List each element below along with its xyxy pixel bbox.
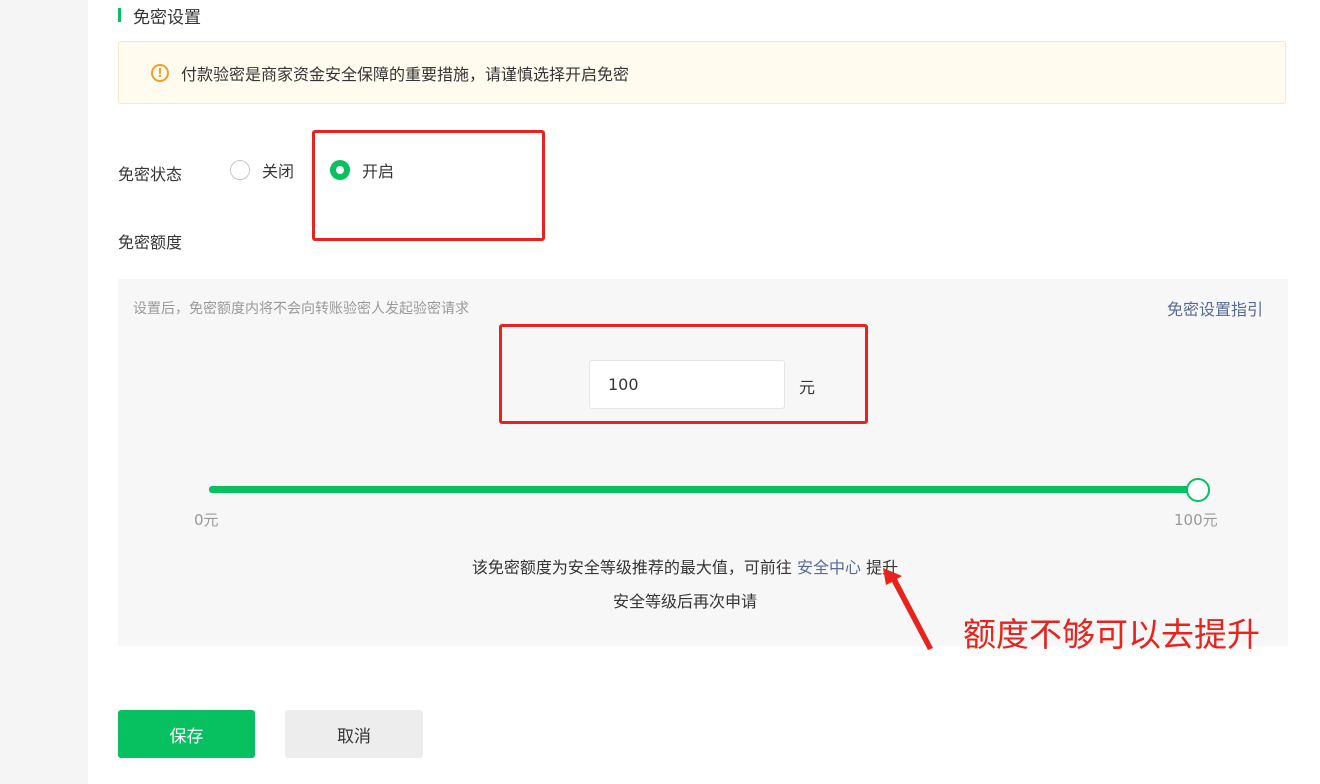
radio-off[interactable]: 关闭 [230,158,294,182]
slider-min-label: 0元 [194,511,219,529]
annotation-arrow-icon [883,568,933,650]
annotation-text: 额度不够可以去提升 [963,615,1260,654]
warning-circle-icon: ! [151,63,169,82]
amount-unit: 元 [799,378,816,397]
save-button[interactable]: 保存 [118,710,255,758]
section-title: 免密设置 [118,4,201,28]
slider-track[interactable] [209,486,1197,493]
security-center-link[interactable]: 安全中心 [797,558,861,577]
quota-info: 该免密额度为安全等级推荐的最大值，可前往 安全中心 提升安全等级后再次申请 [470,551,900,619]
warning-notice: ! 付款验密是商家资金安全保障的重要措施，请谨慎选择开启免密 [118,41,1286,104]
quota-info-prefix: 该免密额度为安全等级推荐的最大值，可前往 [471,558,797,577]
quota-label: 免密额度 [118,233,183,252]
radio-on[interactable]: 开启 [330,158,394,182]
amount-input[interactable] [589,360,785,409]
guide-link[interactable]: 免密设置指引 [1167,296,1263,320]
section-title-accent-bar [118,8,121,22]
section-title-text: 免密设置 [133,7,201,28]
slider-max-label: 100元 [1174,511,1218,529]
status-label: 免密状态 [118,165,183,184]
radio-on-circle[interactable] [330,160,350,180]
radio-on-label: 开启 [362,162,395,181]
notice-text: 付款验密是商家资金安全保障的重要措施，请谨慎选择开启免密 [181,64,630,84]
quota-hint: 设置后，免密额度内将不会向转账验密人发起验密请求 [133,301,469,317]
cancel-button[interactable]: 取消 [285,710,423,758]
radio-off-label: 关闭 [262,162,295,181]
radio-off-circle[interactable] [230,160,250,180]
slider-thumb[interactable] [1186,478,1210,502]
